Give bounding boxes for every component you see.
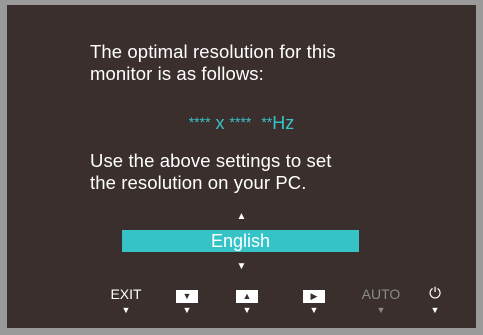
resolution-height: **** — [229, 114, 252, 130]
info-message: The optimal resolution for this monitor … — [90, 41, 336, 85]
power-indicator-icon: ▼ — [430, 305, 440, 315]
message-line-3: Use the above settings to set — [90, 150, 332, 171]
enter-button-indicator-icon: ▼ — [309, 305, 319, 315]
exit-label: EXIT — [110, 286, 142, 302]
language-up-arrow-icon[interactable]: ▲ — [0, 212, 483, 222]
exit-button[interactable]: EXIT ▼ — [103, 286, 149, 318]
language-selector[interactable]: English — [122, 230, 359, 252]
enter-button[interactable]: ▶ ▼ — [291, 286, 337, 318]
down-triangle-icon: ▼ — [176, 290, 198, 303]
down-button[interactable]: ▼ ▼ — [164, 286, 210, 318]
message-line-4: the resolution on your PC. — [90, 172, 307, 193]
instruction-message: Use the above settings to set the resolu… — [90, 150, 332, 194]
message-line-2: monitor is as follows: — [90, 63, 264, 84]
up-triangle-icon: ▲ — [236, 290, 258, 303]
refresh-unit: Hz — [272, 113, 295, 133]
language-down-arrow-icon[interactable]: ▼ — [0, 262, 483, 272]
power-icon: ⏻ — [429, 285, 441, 302]
message-line-1: The optimal resolution for this — [90, 41, 336, 62]
optimal-resolution: **** x **** **Hz — [0, 112, 483, 133]
right-triangle-icon: ▶ — [303, 290, 325, 303]
auto-button[interactable]: AUTO ▼ — [358, 286, 404, 318]
auto-indicator-icon: ▼ — [376, 305, 386, 315]
down-button-indicator-icon: ▼ — [182, 305, 192, 315]
auto-label: AUTO — [361, 286, 401, 302]
resolution-separator: x — [210, 113, 230, 133]
exit-indicator-icon: ▼ — [121, 305, 131, 315]
refresh-rate: ** — [261, 114, 273, 130]
up-button[interactable]: ▲ ▼ — [224, 286, 270, 318]
power-button[interactable]: ⏻ ▼ — [412, 286, 458, 318]
up-button-indicator-icon: ▼ — [242, 305, 252, 315]
resolution-width: **** — [188, 114, 211, 130]
